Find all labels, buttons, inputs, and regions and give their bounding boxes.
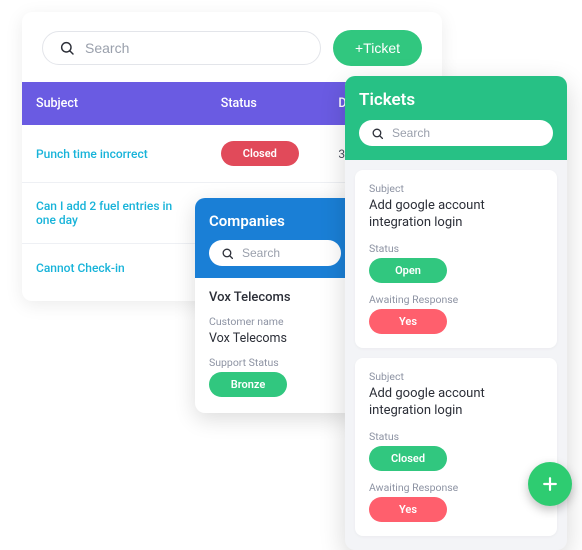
awaiting-label: Awaiting Response [369,293,543,306]
search-icon [59,40,75,56]
subject-label: Subject [369,182,543,195]
companies-header: Companies [195,198,355,278]
companies-search-field[interactable] [209,240,341,266]
col-header-subject: Subject [22,82,207,125]
awaiting-label: Awaiting Response [369,481,543,494]
row-subject[interactable]: Can I add 2 fuel entries in one day [22,183,207,243]
search-input[interactable] [85,40,304,56]
companies-card: Companies Vox Telecoms Customer name Vox… [195,198,355,413]
tickets-search-field[interactable] [359,120,553,146]
tickets-title: Tickets [359,90,553,110]
search-field[interactable] [42,31,321,65]
row-status: Closed [207,125,325,182]
company-name[interactable]: Vox Telecoms [209,290,341,305]
col-header-status: Status [207,82,325,125]
companies-search-input[interactable] [242,246,355,260]
companies-title: Companies [209,212,341,230]
customer-name-value: Vox Telecoms [209,331,341,346]
add-ticket-button[interactable]: +Ticket [333,30,422,66]
support-status-badge: Bronze [209,372,287,397]
ticket-status-badge: Closed [369,446,447,471]
ticket-subject: Add google account integration login [369,386,543,420]
ticket-item[interactable]: Subject Add google account integration l… [355,170,557,348]
ticket-subject: Add google account integration login [369,198,543,232]
company-body: Vox Telecoms Customer name Vox Telecoms … [195,278,355,413]
row-subject[interactable]: Cannot Check-in [22,245,207,291]
plus-icon [540,474,560,494]
status-label: Status [369,430,543,443]
search-icon [371,127,384,140]
tickets-header: Tickets [345,76,567,160]
ticket-status-badge: Open [369,258,447,283]
add-fab-button[interactable] [528,462,572,506]
row-subject[interactable]: Punch time incorrect [22,131,207,177]
customer-name-label: Customer name [209,315,341,328]
awaiting-badge: Yes [369,309,447,334]
status-badge: Closed [221,141,299,166]
status-label: Status [369,242,543,255]
toolbar: +Ticket [22,12,442,82]
tickets-search-input[interactable] [392,126,547,140]
support-status-label: Support Status [209,356,341,369]
search-icon [221,247,234,260]
subject-label: Subject [369,370,543,383]
ticket-item[interactable]: Subject Add google account integration l… [355,358,557,536]
